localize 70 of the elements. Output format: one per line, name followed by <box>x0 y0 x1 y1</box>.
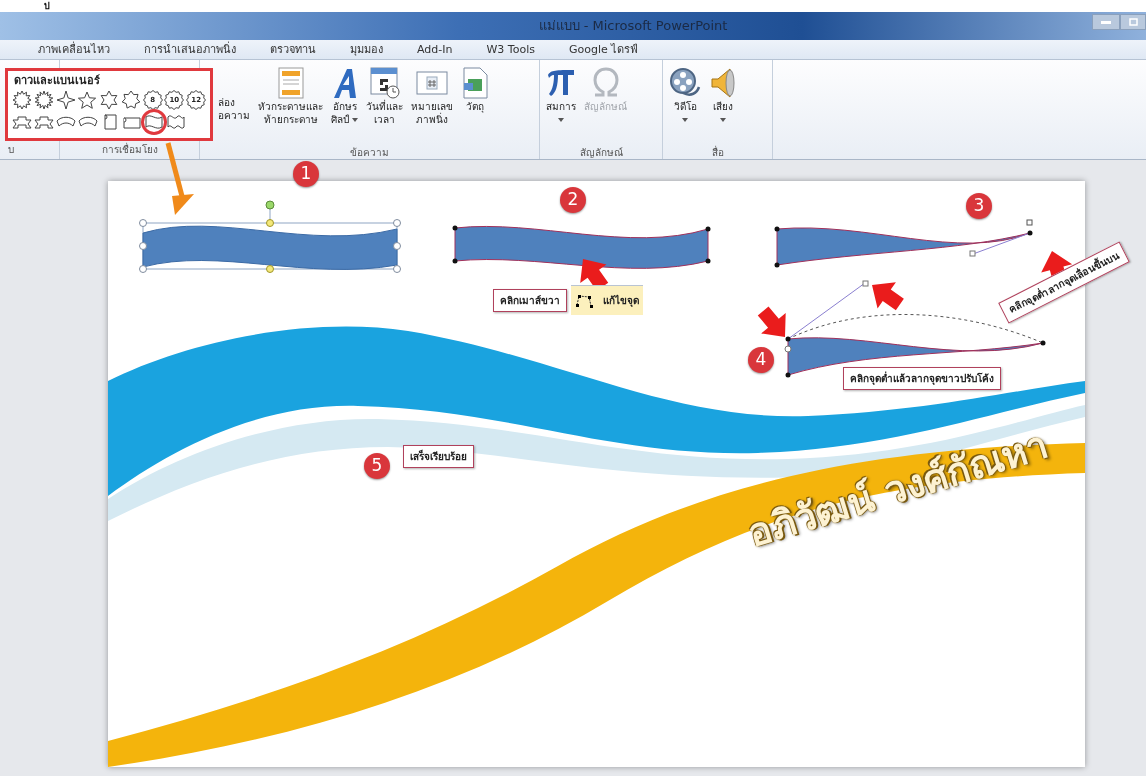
shape-option[interactable] <box>33 90 54 110</box>
page-icon <box>277 67 304 99</box>
badge-icon <box>164 90 185 110</box>
shape-option[interactable] <box>55 90 76 110</box>
speaker-icon <box>709 67 737 99</box>
double-wave-icon <box>166 112 186 132</box>
datetime-button[interactable]: วันที่และ เวลา <box>366 66 404 146</box>
letter-a-icon <box>331 67 358 99</box>
ribbon-tab[interactable]: การนำเสนอภาพนิ่ง <box>144 40 236 59</box>
step-number: 5 <box>364 453 390 479</box>
burst-icon <box>12 90 32 110</box>
slide-number-icon <box>416 69 449 97</box>
callout-label: เสร็จเรียบร้อย <box>403 445 474 468</box>
gallery-title: ดาวและแบนเนอร์ <box>13 73 101 88</box>
caret-icon <box>352 118 359 122</box>
callout-label: คลิกจุดต่ำแล้วลากจุดขาวปรับโค้ง <box>843 367 1001 390</box>
group-label: สัญลักษณ์ <box>578 146 624 160</box>
pointer-arrow <box>757 306 786 337</box>
pointer-arrow <box>872 282 904 311</box>
ribbon-tab[interactable]: ตรวจทาน <box>270 40 316 59</box>
badge-icon <box>186 90 207 110</box>
edit-points-icon <box>575 292 593 309</box>
edit-points-menu-item[interactable]: แก้ไขจุด <box>571 285 643 315</box>
caret-icon <box>682 118 688 122</box>
shape-option[interactable] <box>12 90 32 110</box>
slidenumber-button[interactable]: หมายเลข ภาพนิ่ง <box>411 66 454 146</box>
callout-label: คลิกเมาส์ขวา <box>493 289 567 312</box>
textbox-button[interactable]: ล่อง อความ <box>218 96 250 124</box>
shape-option[interactable] <box>166 112 186 132</box>
group-label: ข้อความ <box>349 146 390 160</box>
star-icon <box>99 90 120 110</box>
minimize-icon <box>1101 20 1111 24</box>
minimize-button[interactable] <box>1092 14 1120 30</box>
wordart-button[interactable]: อักษร ศิลป์ <box>331 66 359 146</box>
window-title: แม่แบบ - Microsoft PowerPoint <box>538 17 728 36</box>
shape-option[interactable] <box>77 90 98 110</box>
burst-icon <box>33 90 54 110</box>
shape-option[interactable] <box>144 112 164 132</box>
pi-icon <box>546 67 576 99</box>
star-icon <box>55 90 76 110</box>
step-number: 2 <box>560 187 586 213</box>
wave-icon <box>144 112 164 132</box>
object-button[interactable]: วัตถุ <box>461 66 490 146</box>
text-fragment: ป <box>44 0 50 12</box>
star-icon <box>120 90 141 110</box>
step-number: 1 <box>293 161 319 187</box>
ribbon-tab[interactable]: W3 Tools <box>486 40 535 59</box>
badge-icon <box>142 90 163 110</box>
shape-option[interactable] <box>120 90 141 110</box>
ribbon-tab[interactable]: Google ไดรฟ์ <box>568 40 639 59</box>
object-icon <box>461 67 490 99</box>
ribbon-tab[interactable]: มุมมอง <box>350 40 383 59</box>
film-reel-icon <box>669 67 701 99</box>
shape-option[interactable] <box>99 90 119 110</box>
step-number: 4 <box>748 347 774 373</box>
star-icon <box>77 90 98 110</box>
group-label: การเชื่อมโยง <box>100 143 159 157</box>
restore-icon <box>1128 18 1138 26</box>
group-label: สื่อ <box>710 146 725 160</box>
ribbon-tab[interactable]: ภาพเคลื่อนไหว <box>38 40 110 59</box>
group-label: บ <box>7 143 15 157</box>
calendar-icon <box>369 67 400 99</box>
header-button[interactable]: หัวกระดาษและ ท้ายกระดาษ <box>258 66 323 146</box>
caret-icon <box>720 118 726 122</box>
equation-button[interactable]: สมการ <box>546 66 576 146</box>
ribbon-tab[interactable]: Add-In <box>417 40 453 59</box>
step-number: 3 <box>966 193 992 219</box>
caret-icon <box>558 118 564 122</box>
audio-button[interactable]: เสียง <box>709 66 737 146</box>
video-button[interactable]: วิดีโอ <box>669 66 701 146</box>
